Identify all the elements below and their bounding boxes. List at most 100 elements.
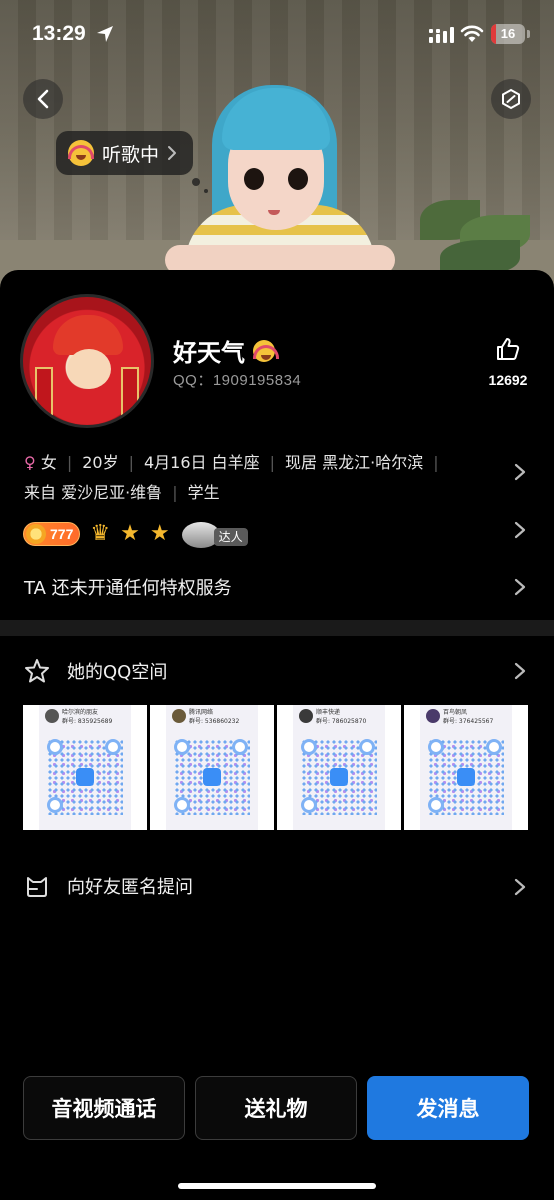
qr-card-header: 腾讯网络群号: 536860232 <box>172 707 262 725</box>
send-gift-button[interactable]: 送礼物 <box>195 1076 357 1140</box>
star-outline-icon <box>25 659 49 683</box>
group-name: 腾讯网络 <box>189 709 214 716</box>
gender-text: 女 <box>40 453 57 472</box>
daren-label: 达人 <box>213 528 248 546</box>
hexagon-slash-icon <box>502 88 520 110</box>
cellular-signal-icon <box>429 27 454 43</box>
chevron-right-icon[interactable] <box>513 877 527 897</box>
battery-percent: 16 <box>500 26 516 41</box>
qzone-thumbnail[interactable]: 哈尔滨的朋友群号: 835925689 <box>23 705 147 830</box>
home-indicator[interactable] <box>178 1183 376 1189</box>
info-line-1: ♀ 女 | 20岁 | 4月16日 白羊座 | 现居 黑龙江·哈尔滨 | <box>24 453 439 472</box>
group-id: 群号: 786025870 <box>316 718 367 725</box>
group-id: 群号: 536860232 <box>189 718 240 725</box>
badge-row[interactable]: 777 ♛ ★ ★ 达人 <box>23 518 248 550</box>
residence-text: 现居 黑龙江·哈尔滨 <box>285 453 424 472</box>
qq-logo-icon <box>76 768 94 786</box>
avatar-face <box>67 349 111 389</box>
listening-status-bubble[interactable]: 听歌中 <box>56 131 194 175</box>
anonymous-question-row[interactable]: 向好友匿名提问 <box>23 872 193 900</box>
chevron-right-icon[interactable] <box>513 520 527 540</box>
qr-card-header: 顺丰快递群号: 786025870 <box>299 707 389 725</box>
group-avatar <box>426 709 440 723</box>
back-button[interactable] <box>23 79 63 119</box>
qr-finder <box>174 739 190 755</box>
info-line-2: 来自 爱沙尼亚·维鲁 | 学生 <box>24 483 220 502</box>
qr-finder <box>359 739 375 755</box>
group-name: 顺丰快递 <box>316 709 341 716</box>
coin-icon <box>26 524 46 544</box>
bubble-tail <box>192 178 200 186</box>
battery-indicator: 16 <box>491 24 525 44</box>
group-avatar <box>45 709 59 723</box>
qzone-thumbnails: 哈尔滨的朋友群号: 835925689 腾讯网络群号: 536860232 顺丰… <box>23 705 528 830</box>
cat-mask-icon <box>27 877 47 897</box>
age-text: 20岁 <box>82 453 119 472</box>
qzone-thumbnail[interactable]: 腾讯网络群号: 536860232 <box>150 705 274 830</box>
headphone-emoji-icon <box>68 140 94 166</box>
qq-number: QQ：1909195834 <box>173 372 302 389</box>
qq-logo-icon <box>457 768 475 786</box>
anonymous-question-label: 向好友匿名提问 <box>67 877 193 898</box>
qr-finder <box>105 739 121 755</box>
action-bar: 音视频通话 送礼物 发消息 <box>0 1076 554 1140</box>
video-call-button[interactable]: 音视频通话 <box>23 1076 185 1140</box>
like-count: 12692 <box>488 372 528 388</box>
qr-finder <box>174 797 190 813</box>
qr-finder <box>301 797 317 813</box>
privilege-text[interactable]: TA 还未开通任何特权服务 <box>24 574 232 600</box>
like-button[interactable]: 12692 <box>478 336 538 388</box>
section-divider <box>0 620 554 636</box>
group-id: 群号: 835925689 <box>62 718 113 725</box>
chevron-right-icon <box>168 146 177 160</box>
qzone-title: 她的QQ空间 <box>67 662 168 683</box>
chevron-left-icon <box>37 89 49 109</box>
qr-finder <box>486 739 502 755</box>
crown-icon: ♛ <box>90 521 111 546</box>
qr-finder <box>428 797 444 813</box>
qr-finder <box>47 739 63 755</box>
qq-logo-icon <box>330 768 348 786</box>
qr-finder <box>428 739 444 755</box>
star-icon: ★ <box>120 521 140 546</box>
occupation-text: 学生 <box>187 483 220 502</box>
qr-finder <box>232 739 248 755</box>
chevron-right-icon[interactable] <box>513 462 527 482</box>
chevron-right-icon[interactable] <box>513 577 527 597</box>
group-name: 哈尔滨的朋友 <box>62 709 99 716</box>
qzone-row[interactable]: 她的QQ空间 <box>23 657 167 685</box>
group-avatar <box>172 709 186 723</box>
chevron-right-icon[interactable] <box>513 661 527 681</box>
character-eye <box>288 168 308 190</box>
qq-logo-icon <box>203 768 221 786</box>
send-message-button[interactable]: 发消息 <box>367 1076 529 1140</box>
star-icon: ★ <box>149 521 170 546</box>
nickname: 好天气 <box>173 333 279 368</box>
listening-status-text: 听歌中 <box>102 143 160 166</box>
avatar-scroll <box>35 367 53 419</box>
origin-text: 来自 爱沙尼亚·维鲁 <box>24 483 163 502</box>
bubble-tail <box>204 189 208 193</box>
qr-card-header: 百鸟朝凤群号: 376425567 <box>426 707 516 725</box>
status-time: 13:29 <box>32 22 86 45</box>
theme-settings-button[interactable] <box>491 79 531 119</box>
group-id: 群号: 376425567 <box>443 718 494 725</box>
group-avatar <box>299 709 313 723</box>
nickname-text: 好天气 <box>173 339 245 367</box>
wifi-icon <box>460 25 484 42</box>
daren-badge: 达人 <box>180 518 248 550</box>
thumbs-up-icon <box>497 338 520 360</box>
location-arrow-icon <box>97 26 113 42</box>
qzone-thumbnail[interactable]: 顺丰快递群号: 786025870 <box>277 705 401 830</box>
headphone-emoji-icon <box>253 339 279 362</box>
qq-level-value: 777 <box>50 526 74 542</box>
profile-info[interactable]: ♀ 女 | 20岁 | 4月16日 白羊座 | 现居 黑龙江·哈尔滨 | 来自 爱沙尼亚·维鲁… <box>24 448 494 508</box>
birthday-text: 4月16日 白羊座 <box>143 453 260 472</box>
avatar-scroll <box>121 367 139 419</box>
qzone-thumbnail[interactable]: 百鸟朝凤群号: 376425567 <box>404 705 528 830</box>
character-eye <box>244 168 264 190</box>
female-icon: ♀ <box>24 453 36 472</box>
group-name: 百鸟朝凤 <box>443 709 468 716</box>
battery-cap <box>527 30 530 38</box>
avatar[interactable] <box>20 294 154 428</box>
